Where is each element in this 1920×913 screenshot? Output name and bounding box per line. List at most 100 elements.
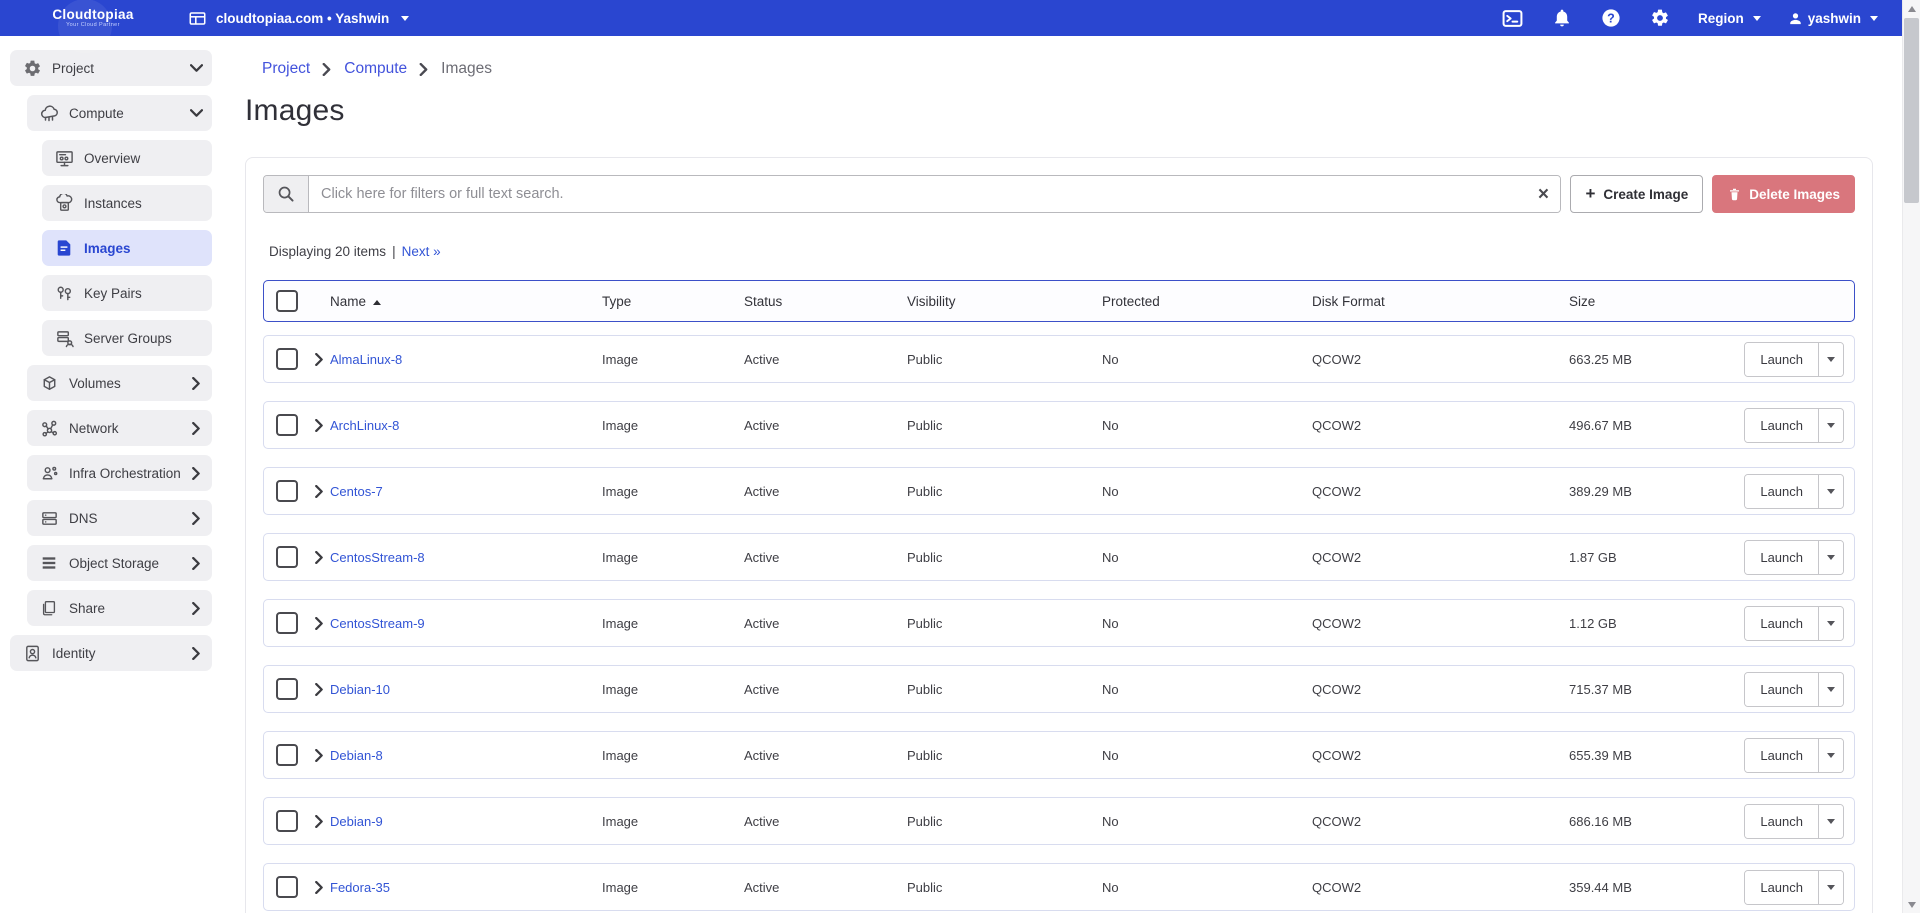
cell-disk-format: QCOW2 [1312, 748, 1569, 763]
column-header-type[interactable]: Type [602, 294, 744, 309]
row-expand-chevron-icon[interactable] [308, 683, 330, 696]
console-icon[interactable] [1502, 7, 1524, 29]
next-page-link[interactable]: Next » [402, 244, 441, 259]
id-card-icon [22, 643, 42, 663]
project-context-dropdown[interactable]: cloudtopiaa.com • Yashwin [186, 7, 409, 29]
sidebar-item-network[interactable]: Network [27, 410, 212, 446]
launch-button[interactable]: Launch [1745, 805, 1818, 838]
row-expand-chevron-icon[interactable] [308, 749, 330, 762]
launch-dropdown-caret[interactable] [1818, 805, 1843, 838]
sidebar-item-share[interactable]: Share [27, 590, 212, 626]
help-icon[interactable]: ? [1600, 7, 1622, 29]
column-header-disk-format[interactable]: Disk Format [1312, 294, 1569, 309]
cell-visibility: Public [907, 550, 1102, 565]
image-name-link[interactable]: ArchLinux-8 [330, 418, 602, 433]
sidebar-item-instances[interactable]: Instances [42, 185, 212, 221]
delete-images-button[interactable]: Delete Images [1712, 175, 1855, 213]
sidebar-item-identity[interactable]: Identity [10, 635, 212, 671]
search-input[interactable] [309, 176, 1526, 212]
launch-dropdown-caret[interactable] [1818, 343, 1843, 376]
row-expand-chevron-icon[interactable] [308, 815, 330, 828]
launch-dropdown-caret[interactable] [1818, 541, 1843, 574]
image-name-link[interactable]: Centos-7 [330, 484, 602, 499]
launch-button[interactable]: Launch [1745, 541, 1818, 574]
row-checkbox[interactable] [276, 678, 298, 700]
sidebar-item-key-pairs[interactable]: Key Pairs [42, 275, 212, 311]
image-name-link[interactable]: Debian-9 [330, 814, 602, 829]
row-expand-chevron-icon[interactable] [308, 419, 330, 432]
user-menu-dropdown[interactable]: yashwin [1788, 11, 1878, 26]
row-checkbox[interactable] [276, 348, 298, 370]
image-name-link[interactable]: Fedora-35 [330, 880, 602, 895]
image-name-link[interactable]: CentosStream-9 [330, 616, 602, 631]
sidebar-item-compute[interactable]: Compute [27, 95, 212, 131]
launch-dropdown-caret[interactable] [1818, 475, 1843, 508]
row-expand-chevron-icon[interactable] [308, 485, 330, 498]
scrollbar-thumb[interactable] [1904, 18, 1919, 203]
breadcrumb-compute[interactable]: Compute [344, 60, 407, 78]
scroll-down-arrow[interactable] [1903, 896, 1920, 913]
row-actions: Launch [1730, 474, 1854, 509]
launch-button[interactable]: Launch [1745, 475, 1818, 508]
sidebar-item-dns[interactable]: DNS [27, 500, 212, 536]
image-name-link[interactable]: Debian-8 [330, 748, 602, 763]
sidebar-item-server-groups[interactable]: Server Groups [42, 320, 212, 356]
region-dropdown[interactable]: Region [1698, 11, 1761, 26]
top-bar: Cloudtopiaa Your Cloud Partner cloudtopi… [0, 0, 1920, 36]
launch-button[interactable]: Launch [1745, 409, 1818, 442]
sidebar-item-overview[interactable]: Overview [42, 140, 212, 176]
image-name-link[interactable]: AlmaLinux-8 [330, 352, 602, 367]
settings-gear-icon[interactable] [1649, 7, 1671, 29]
sidebar-item-volumes[interactable]: Volumes [27, 365, 212, 401]
cell-protected: No [1102, 352, 1312, 367]
scroll-up-arrow[interactable] [1903, 0, 1920, 17]
launch-button[interactable]: Launch [1745, 343, 1818, 376]
launch-button[interactable]: Launch [1745, 607, 1818, 640]
row-expand-chevron-icon[interactable] [308, 617, 330, 630]
column-header-protected[interactable]: Protected [1102, 294, 1312, 309]
launch-dropdown-caret[interactable] [1818, 739, 1843, 772]
column-header-size[interactable]: Size [1569, 294, 1730, 309]
row-actions: Launch [1730, 606, 1854, 641]
sidebar-item-project[interactable]: Project [10, 50, 212, 86]
row-checkbox[interactable] [276, 612, 298, 634]
launch-dropdown-caret[interactable] [1818, 409, 1843, 442]
sidebar-item-label: Project [52, 61, 190, 76]
column-header-visibility[interactable]: Visibility [907, 294, 1102, 309]
breadcrumb-project[interactable]: Project [262, 60, 310, 78]
launch-button[interactable]: Launch [1745, 673, 1818, 706]
search-clear-button[interactable]: × [1526, 176, 1560, 212]
sidebar-item-infra-orchestration[interactable]: Infra Orchestration [27, 455, 212, 491]
launch-dropdown-caret[interactable] [1818, 607, 1843, 640]
create-image-button[interactable]: + Create Image [1570, 175, 1703, 213]
launch-button[interactable]: Launch [1745, 739, 1818, 772]
row-expand-chevron-icon[interactable] [308, 881, 330, 894]
vertical-scrollbar[interactable] [1902, 0, 1920, 913]
row-expand-chevron-icon[interactable] [308, 353, 330, 366]
row-checkbox[interactable] [276, 480, 298, 502]
select-all-checkbox[interactable] [276, 290, 298, 312]
cell-visibility: Public [907, 484, 1102, 499]
row-checkbox[interactable] [276, 546, 298, 568]
image-name-link[interactable]: CentosStream-8 [330, 550, 602, 565]
row-expand-chevron-icon[interactable] [308, 551, 330, 564]
search-icon[interactable] [264, 176, 309, 212]
image-name-link[interactable]: Debian-10 [330, 682, 602, 697]
network-icon [39, 418, 59, 438]
column-header-status[interactable]: Status [744, 294, 907, 309]
row-checkbox[interactable] [276, 876, 298, 898]
launch-dropdown-caret[interactable] [1818, 871, 1843, 904]
launch-dropdown-caret[interactable] [1818, 673, 1843, 706]
column-header-name[interactable]: Name [330, 294, 602, 309]
sidebar-item-object-storage[interactable]: Object Storage [27, 545, 212, 581]
row-checkbox[interactable] [276, 744, 298, 766]
row-checkbox[interactable] [276, 810, 298, 832]
chevron-right-icon [190, 602, 202, 614]
sidebar-item-images[interactable]: Images [42, 230, 212, 266]
brand-logo[interactable]: Cloudtopiaa Your Cloud Partner [0, 8, 186, 29]
notifications-bell-icon[interactable] [1551, 7, 1573, 29]
row-checkbox[interactable] [276, 414, 298, 436]
chevron-down-icon [190, 107, 202, 119]
table-row-archlinux-8: ArchLinux-8ImageActivePublicNoQCOW2496.6… [263, 401, 1855, 449]
launch-button[interactable]: Launch [1745, 871, 1818, 904]
